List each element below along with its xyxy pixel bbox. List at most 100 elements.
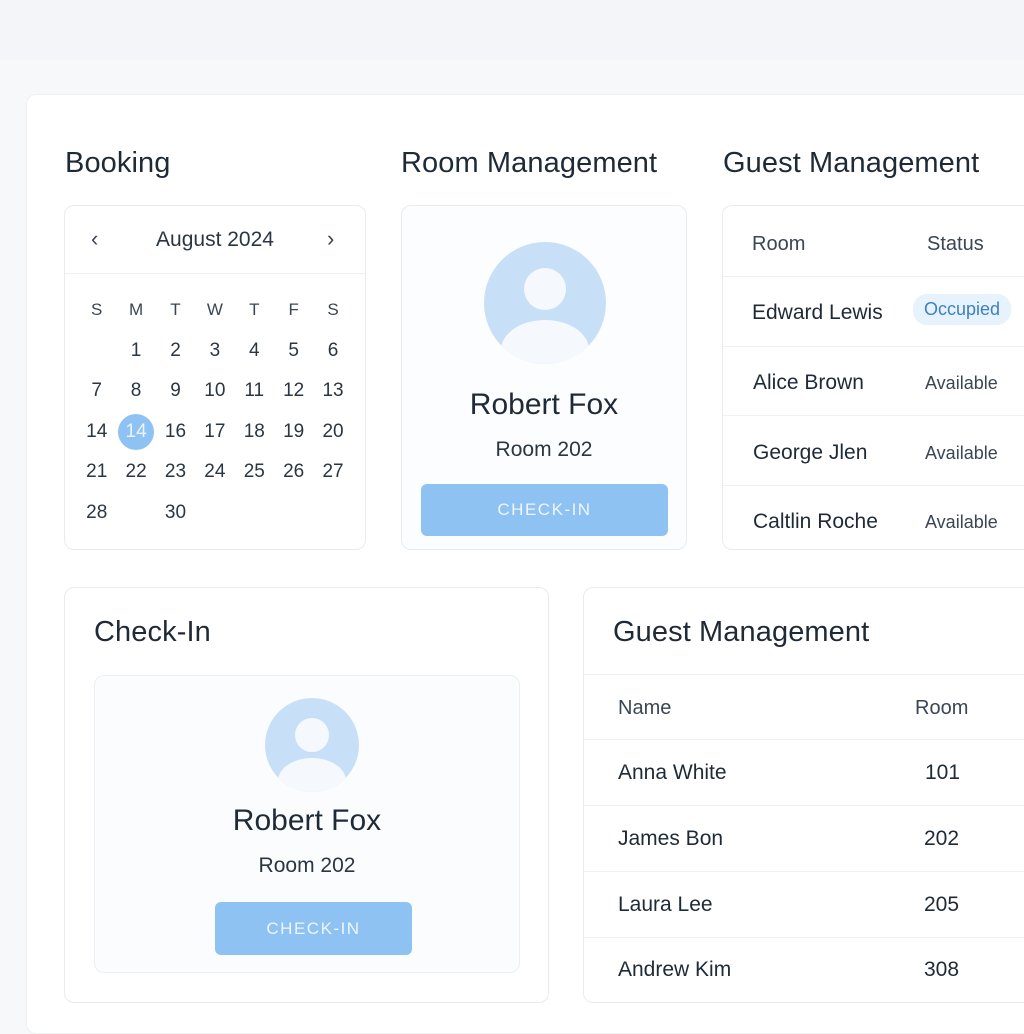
weekday-label: S — [91, 300, 103, 320]
check-in-button[interactable]: CHECK-IN — [215, 902, 412, 955]
table-row[interactable]: Edward Lewis Occupied — [723, 277, 1024, 347]
guest-room: Room 202 — [495, 438, 593, 461]
calendar-day[interactable]: 17 — [195, 421, 234, 443]
table-row[interactable]: Laura Lee 205 — [584, 872, 1024, 938]
calendar-day[interactable]: 19 — [274, 421, 313, 443]
calendar-day-number: 14 — [86, 420, 108, 442]
calendar-day[interactable]: 25 — [235, 461, 274, 483]
calendar-weeks: 1 2 3 4 5 6 7 8 9 10 11 12 13 14 14 16 17 18 19 20 21 22 23 24 2… — [77, 331, 353, 534]
guest-name: Laura Lee — [618, 893, 713, 916]
status-text: Available — [925, 512, 998, 532]
calendar-day-number: 16 — [164, 420, 187, 442]
calendar-day[interactable]: 1 — [116, 340, 155, 362]
column-header-status: Status — [927, 233, 984, 255]
calendar-day[interactable]: 30 — [156, 502, 195, 524]
calendar-week-row: 7 8 9 10 11 12 13 — [77, 371, 353, 412]
table-row[interactable]: Andrew Kim 308 — [584, 938, 1024, 1002]
calendar-day-number: 24 — [204, 461, 226, 483]
avatar-icon — [484, 242, 606, 364]
calendar-day[interactable]: 18 — [235, 421, 274, 443]
calendar-day-number: 10 — [204, 380, 226, 402]
calendar-day-number: 9 — [170, 380, 181, 402]
status-text: Available — [925, 373, 998, 393]
calendar-day-number: 3 — [209, 339, 221, 361]
guest-name: Caltlin Roche — [753, 510, 878, 533]
calendar-day[interactable]: 16 — [156, 421, 195, 443]
check-in-button[interactable]: CHECK-IN — [421, 484, 668, 536]
chevron-right-icon[interactable]: › — [327, 226, 334, 252]
table-row[interactable]: James Bon 202 — [584, 806, 1024, 872]
calendar-day-number: 6 — [327, 339, 339, 361]
calendar-day[interactable]: 5 — [274, 340, 313, 362]
check-in-card: Check-In Robert Fox Room 202 CHECK-IN — [64, 587, 549, 1003]
calendar-day[interactable]: 23 — [156, 461, 195, 483]
calendar-day[interactable]: 3 — [195, 340, 234, 362]
avatar-icon — [265, 698, 359, 792]
calendar-day-number: 19 — [283, 420, 305, 442]
calendar-week-row: 28 30 — [77, 493, 353, 534]
calendar-day-number: 23 — [164, 461, 187, 483]
calendar-day-number: 13 — [322, 380, 344, 402]
calendar-card: ‹ August 2024 › S M T W T F S 1234567891… — [64, 205, 366, 550]
calendar-day-number: 22 — [125, 461, 147, 483]
table-row[interactable]: Alice Brown Available — [723, 347, 1024, 416]
status-text: Available — [925, 443, 998, 463]
calendar-day-number: 4 — [248, 339, 260, 361]
calendar-day-number: 12 — [283, 380, 305, 402]
calendar-day[interactable]: 2 — [156, 340, 195, 362]
calendar-day-number: 21 — [86, 461, 108, 483]
table-row[interactable]: Caltlin Roche Available — [723, 486, 1024, 550]
calendar-day[interactable]: 8 — [116, 380, 155, 402]
top-bar — [0, 0, 1024, 60]
calendar-day[interactable]: 24 — [195, 461, 234, 483]
weekday-label: W — [206, 300, 223, 320]
weekday-label: F — [288, 300, 299, 320]
calendar-day[interactable]: 11 — [235, 380, 274, 402]
calendar-month-label: August 2024 — [156, 228, 274, 251]
calendar-day[interactable]: 14 — [77, 421, 116, 443]
table-row[interactable]: George Jlen Available — [723, 416, 1024, 486]
guest-table-card: Room Status Edward Lewis Occupied Alice … — [722, 205, 1024, 550]
calendar-day[interactable]: 20 — [313, 421, 352, 443]
weekday-row: S M T W T F S — [77, 290, 353, 331]
guest-name: Anna White — [618, 761, 727, 784]
column-header-room: Room — [752, 233, 806, 255]
check-in-profile-panel: Robert Fox Room 202 CHECK-IN — [94, 675, 520, 973]
calendar-day-number: 18 — [243, 420, 265, 442]
guest-name: Alice Brown — [753, 371, 864, 394]
room-management-card: Robert Fox Room 202 CHECK-IN — [401, 205, 687, 550]
calendar-day[interactable]: 9 — [156, 380, 195, 402]
room-number: 101 — [925, 761, 961, 784]
calendar-day-number: 28 — [86, 501, 108, 523]
dashboard-board: Booking Room Management Guest Management… — [26, 94, 1024, 1034]
calendar-grid: S M T W T F S 1 2 3 4 5 6 7 8 9 10 11 12 13 14 14 16 17 1… — [77, 290, 353, 533]
calendar-day-selected[interactable]: 14 — [116, 413, 155, 450]
calendar-day[interactable]: 4 — [235, 340, 274, 362]
calendar-day-number: 26 — [283, 461, 305, 483]
calendar-day[interactable]: 26 — [274, 461, 313, 483]
calendar-day[interactable]: 27 — [313, 461, 352, 483]
calendar-day[interactable]: 21 — [77, 461, 116, 483]
table-header-row: Name Room — [584, 674, 1024, 740]
guest-name: Edward Lewis — [752, 301, 883, 324]
weekday-label: S — [327, 300, 339, 320]
guest-management-title: Guest Management — [723, 147, 980, 179]
table-row[interactable]: Anna White 101 — [584, 740, 1024, 806]
calendar-day[interactable]: 22 — [116, 461, 155, 483]
calendar-day[interactable]: 6 — [313, 340, 352, 362]
calendar-day-number: 27 — [322, 461, 344, 483]
guest-management-title: Guest Management — [613, 616, 870, 648]
calendar-day[interactable]: 7 — [77, 380, 116, 402]
column-header-room: Room — [915, 697, 969, 719]
room-number: 202 — [924, 827, 960, 850]
calendar-day-number: 20 — [322, 420, 344, 442]
booking-title: Booking — [65, 147, 171, 179]
calendar-day-number: 5 — [288, 339, 299, 361]
calendar-day-number: 8 — [130, 380, 142, 402]
calendar-day[interactable]: 28 — [77, 502, 116, 524]
calendar-day[interactable]: 12 — [274, 380, 313, 402]
calendar-day[interactable]: 10 — [195, 380, 234, 402]
guest-name: George Jlen — [753, 441, 868, 464]
calendar-day[interactable]: 13 — [313, 380, 352, 402]
guest-room: Room 202 — [258, 854, 356, 877]
